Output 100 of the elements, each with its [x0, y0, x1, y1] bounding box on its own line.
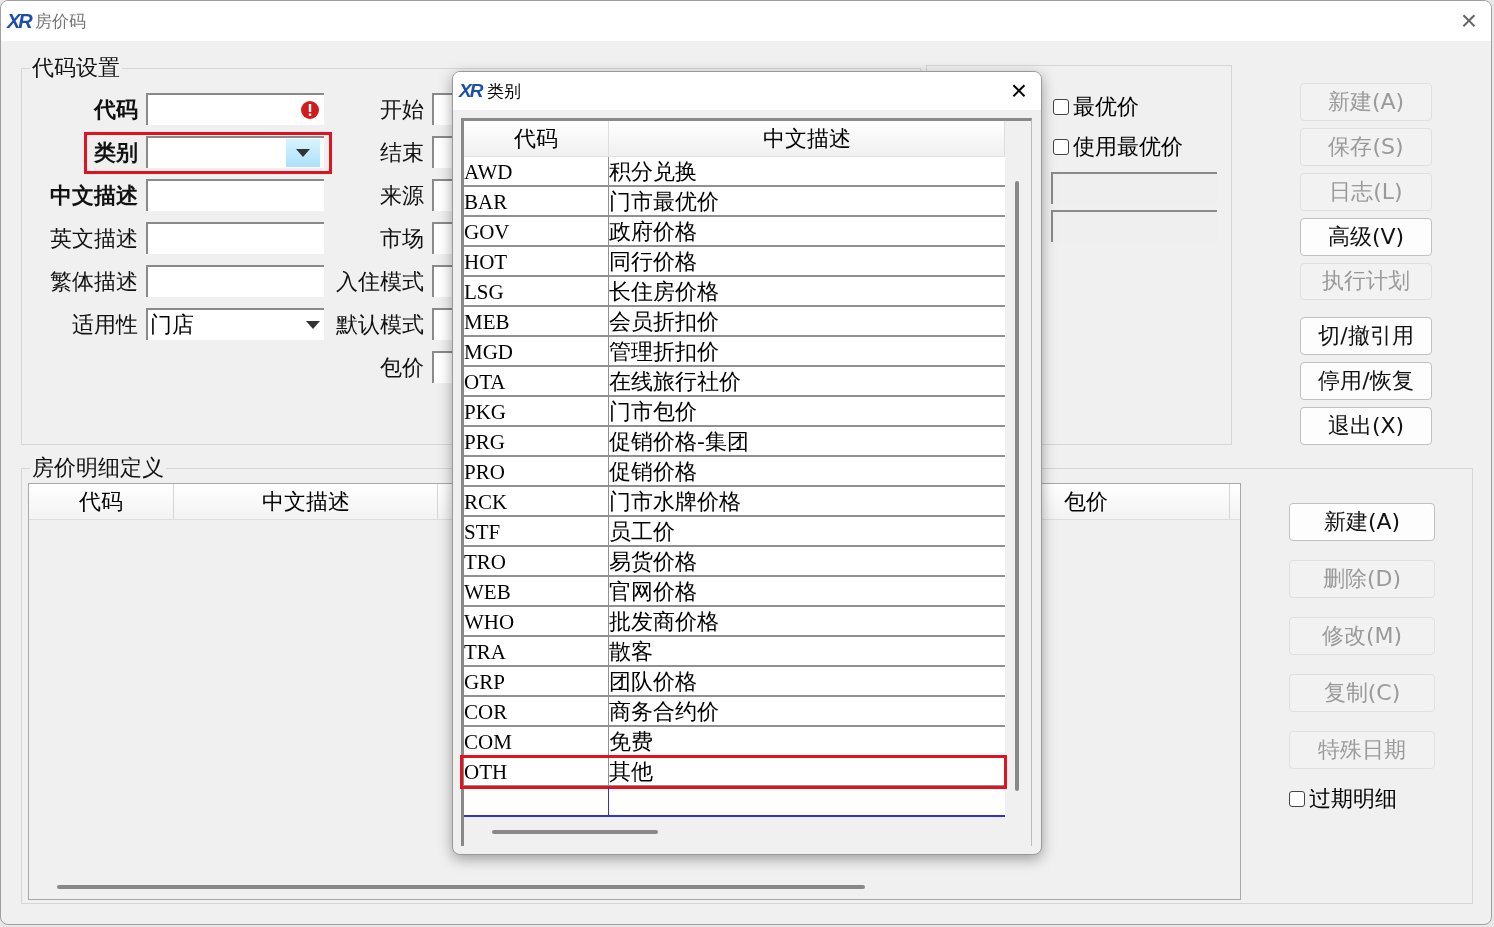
dropdown-caret-icon: [306, 321, 320, 329]
description-cell-text: 同行价格: [609, 248, 698, 276]
action-button[interactable]: 退出(X): [1300, 407, 1432, 445]
column-header: 代码: [29, 484, 174, 519]
code-cell: WHO: [464, 607, 609, 637]
list-row[interactable]: MEB 会员折扣价: [464, 307, 1005, 337]
code-cell: GRP: [464, 667, 609, 697]
list-row[interactable]: PKG 门市包价: [464, 397, 1005, 427]
code-cell: WEB: [464, 577, 609, 607]
code-cell: PKG: [464, 397, 609, 427]
input-field[interactable]: [146, 93, 324, 125]
field-label: 中文描述: [49, 182, 138, 210]
description-cell-text: 积分兑换: [609, 158, 698, 186]
list-row[interactable]: STF 员工价: [464, 517, 1005, 547]
code-cell: PRO: [464, 457, 609, 487]
dropdown-field[interactable]: 门店: [146, 308, 324, 340]
code-cell: RCK: [464, 487, 609, 517]
column-header: 代码: [464, 121, 609, 156]
field-label: 来源: [379, 182, 424, 210]
dropdown-button[interactable]: [286, 139, 320, 167]
input-field[interactable]: [146, 265, 324, 297]
code-cell: STF: [464, 517, 609, 547]
checkbox[interactable]: 过期明细: [1289, 784, 1435, 814]
list-row[interactable]: PRG 促销价格-集团: [464, 427, 1005, 457]
field-label: 包价: [379, 354, 424, 382]
close-button[interactable]: ×: [1452, 7, 1485, 35]
field-label: 开始: [379, 96, 424, 124]
description-cell-text: 官网价格: [609, 578, 698, 606]
code-cell: PRG: [464, 427, 609, 457]
field-label: 英文描述: [49, 225, 138, 253]
code-cell: COR: [464, 697, 609, 727]
description-cell-text: 促销价格: [609, 458, 698, 486]
list-row[interactable]: OTA 在线旅行社价: [464, 367, 1005, 397]
field-label: 结束: [379, 139, 424, 167]
list-row[interactable]: COR 商务合约价: [464, 697, 1005, 727]
description-cell-text: 政府价格: [609, 218, 698, 246]
description-cell-text: 易货价格: [609, 548, 698, 576]
list-row[interactable]: GOV 政府价格: [464, 217, 1005, 247]
code-cell: LSG: [464, 277, 609, 307]
field-label: 默认模式: [335, 311, 424, 339]
description-cell-text: 管理折扣价: [609, 338, 720, 366]
code-cell: TRA: [464, 637, 609, 667]
description-cell-text: 门市水牌价格: [609, 488, 742, 516]
list-row[interactable]: AWD 积分兑换: [464, 157, 1005, 187]
description-cell-text: 免费: [609, 728, 654, 756]
code-cell: GOV: [464, 217, 609, 247]
description-cell-text: 批发商价格: [609, 608, 720, 636]
list-row[interactable]: WHO 批发商价格: [464, 607, 1005, 637]
list-row[interactable]: GRP 团队价格: [464, 667, 1005, 697]
app-logo: XR: [7, 9, 31, 33]
code-cell: BAR: [464, 187, 609, 217]
checkbox[interactable]: 使用最优价: [1053, 132, 1217, 162]
description-cell-text: 团队价格: [609, 668, 698, 696]
description-cell-text: 门市最优价: [609, 188, 720, 216]
description-cell-text: 其他: [609, 758, 654, 786]
list-row[interactable]: COM 免费: [464, 727, 1005, 757]
close-button[interactable]: ×: [1002, 77, 1035, 105]
column-header: 中文描述: [609, 121, 1005, 156]
list-row[interactable]: OTH 其他: [464, 757, 1005, 787]
code-cell: MGD: [464, 337, 609, 367]
list-row[interactable]: LSG 长住房价格: [464, 277, 1005, 307]
list-row[interactable]: RCK 门市水牌价格: [464, 487, 1005, 517]
list-row[interactable]: WEB 官网价格: [464, 577, 1005, 607]
list-row[interactable]: MGD 管理折扣价: [464, 337, 1005, 367]
window-title: 房价码: [34, 9, 86, 33]
code-cell: OTA: [464, 367, 609, 397]
dialog-title: 类别: [487, 79, 522, 103]
list-row[interactable]: TRO 易货价格: [464, 547, 1005, 577]
app-logo: XR: [459, 80, 482, 102]
code-cell: AWD: [464, 157, 609, 187]
field-label: 适用性: [71, 311, 138, 339]
description-cell-text: 在线旅行社价: [609, 368, 742, 396]
action-button[interactable]: 高级(V): [1300, 217, 1432, 256]
action-button[interactable]: 新建(A): [1289, 503, 1435, 541]
list-row[interactable]: BAR 门市最优价: [464, 187, 1005, 217]
description-cell-text: 员工价: [609, 518, 676, 546]
input-field[interactable]: [146, 179, 324, 211]
code-cell: MEB: [464, 307, 609, 337]
list-row[interactable]: TRA 散客: [464, 637, 1005, 667]
action-button[interactable]: 停用/恢复: [1300, 362, 1432, 401]
input-field[interactable]: [146, 222, 324, 254]
field-label: 代码: [92, 96, 138, 124]
description-cell-text: 长住房价格: [609, 278, 720, 306]
action-button[interactable]: 切/撤引用: [1300, 317, 1432, 356]
description-cell-text: 会员折扣价: [609, 308, 720, 336]
list-row[interactable]: PRO 促销价格: [464, 457, 1005, 487]
horizontal-scrollbar[interactable]: [492, 830, 658, 834]
checkbox[interactable]: 最优价: [1053, 92, 1217, 122]
caret-icon: [296, 149, 310, 157]
description-cell-text: 促销价格-集团: [609, 428, 750, 456]
column-header: 中文描述: [174, 484, 438, 519]
vertical-scrollbar[interactable]: [1015, 181, 1019, 791]
code-cell: COM: [464, 727, 609, 757]
field-label: 市场: [379, 225, 424, 253]
horizontal-scrollbar[interactable]: [57, 885, 865, 889]
dropdown-field[interactable]: [146, 136, 324, 168]
list-row[interactable]: HOT 同行价格: [464, 247, 1005, 277]
description-cell-text: 商务合约价: [609, 698, 720, 726]
field-label: 繁体描述: [49, 268, 138, 296]
field-label: 入住模式: [335, 268, 424, 296]
